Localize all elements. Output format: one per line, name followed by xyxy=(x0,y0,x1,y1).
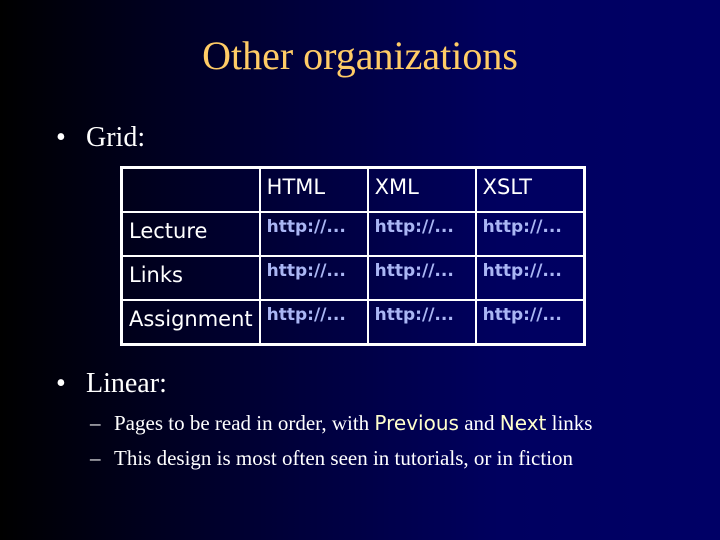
dash-icon: – xyxy=(90,446,101,470)
link-links-html[interactable]: http://... xyxy=(258,255,369,301)
table-row: Lecture http://... http://... http://... xyxy=(120,211,586,257)
row-header-lecture: Lecture xyxy=(120,211,261,257)
bullet-linear: • Linear: xyxy=(56,370,167,398)
link-lecture-xml[interactable]: http://... xyxy=(366,211,477,257)
bullet-icon: • xyxy=(56,122,66,153)
next-keyword: Next xyxy=(499,411,547,435)
row-header-links: Links xyxy=(120,255,261,301)
sub-point-linear-order: – Pages to be read in order, with Previou… xyxy=(90,413,592,434)
row-header-assignment: Assignment xyxy=(120,299,261,346)
column-header-xml: XML xyxy=(366,166,477,213)
link-assignment-html[interactable]: http://... xyxy=(258,299,369,346)
bullet-grid: • Grid: xyxy=(56,124,145,152)
link-lecture-xslt[interactable]: http://... xyxy=(474,211,586,257)
link-links-xml[interactable]: http://... xyxy=(366,255,477,301)
previous-keyword: Previous xyxy=(374,411,459,435)
sub-point-text: and xyxy=(458,411,500,435)
table-row: Assignment http://... http://... http://… xyxy=(120,299,586,346)
link-assignment-xslt[interactable]: http://... xyxy=(474,299,586,346)
table-corner-cell xyxy=(120,166,261,213)
sub-point-text: This design is most often seen in tutori… xyxy=(114,446,574,470)
link-assignment-xml[interactable]: http://... xyxy=(366,299,477,346)
column-header-xslt: XSLT xyxy=(474,166,586,213)
sub-point-text: Pages to be read in order, with xyxy=(114,411,375,435)
bullet-label: Linear: xyxy=(86,368,167,399)
bullet-icon: • xyxy=(56,368,66,399)
table-header-row: HTML XML XSLT xyxy=(120,166,586,213)
column-header-html: HTML xyxy=(258,166,369,213)
sub-point-linear-usage: – This design is most often seen in tutor… xyxy=(90,448,573,469)
grid-table: HTML XML XSLT Lecture http://... http://… xyxy=(120,166,586,346)
sub-point-text: links xyxy=(546,411,593,435)
dash-icon: – xyxy=(90,411,101,435)
table-row: Links http://... http://... http://... xyxy=(120,255,586,301)
link-lecture-html[interactable]: http://... xyxy=(258,211,369,257)
slide-title: Other organizations xyxy=(202,33,518,78)
bullet-label: Grid: xyxy=(86,122,146,153)
link-links-xslt[interactable]: http://... xyxy=(474,255,586,301)
